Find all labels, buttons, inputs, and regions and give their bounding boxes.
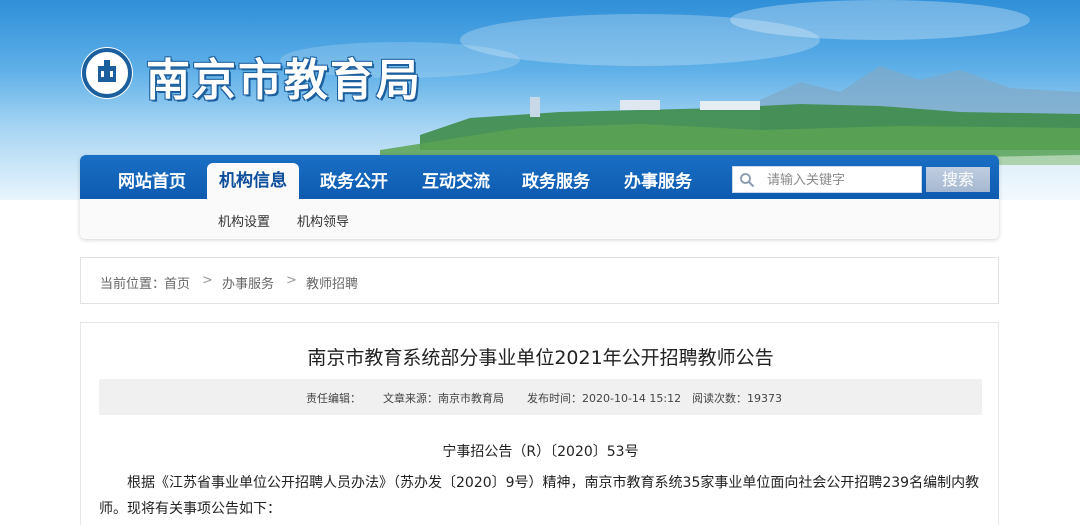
breadcrumb: 当前位置： 首页 > 办事服务 > 教师招聘 bbox=[80, 257, 999, 304]
meta-editor: 责任编辑： bbox=[306, 392, 361, 405]
breadcrumb-teacher-recruitment[interactable]: 教师招聘 bbox=[306, 273, 358, 292]
article-title: 南京市教育系统部分事业单位2021年公开招聘教师公告 bbox=[307, 347, 774, 369]
document-number: 宁事招公告（R）〔2020〕53号 bbox=[442, 444, 639, 460]
breadcrumb-services[interactable]: 办事服务 bbox=[222, 273, 274, 292]
breadcrumb-prefix: 当前位置： bbox=[100, 277, 166, 292]
navbar: 网站首页 机构信息 政务公开 互动交流 政务服务 办事服务 搜索 bbox=[80, 155, 999, 199]
article: 南京市教育系统部分事业单位2021年公开招聘教师公告 责任编辑： 文章来源：南京… bbox=[80, 322, 999, 525]
subnav-org-setup[interactable]: 机构设置 bbox=[218, 211, 270, 230]
nav-government-services[interactable]: 政务服务 bbox=[508, 165, 604, 199]
article-paragraph: 根据《江苏省事业单位公开招聘人员办法》（苏办发〔2020〕9号）精神，南京市教育… bbox=[99, 475, 980, 517]
nav-organization-info[interactable]: 机构信息 bbox=[207, 163, 299, 199]
search-icon bbox=[740, 173, 755, 188]
breadcrumb-separator: > bbox=[202, 273, 213, 288]
meta-views: 阅读次数：19373 bbox=[692, 392, 782, 405]
site-title: 南京市教育局 bbox=[146, 55, 422, 106]
main-navigation: 网站首页 机构信息 政务公开 互动交流 政务服务 办事服务 搜索 机构设置 机构… bbox=[80, 155, 999, 239]
search-button[interactable]: 搜索 bbox=[926, 167, 990, 192]
breadcrumb-separator: > bbox=[286, 273, 297, 288]
subnav-org-leaders[interactable]: 机构领导 bbox=[297, 211, 349, 230]
nav-handling-services[interactable]: 办事服务 bbox=[610, 165, 706, 199]
search-input[interactable] bbox=[767, 170, 917, 190]
breadcrumb-home[interactable]: 首页 bbox=[164, 273, 190, 292]
nav-interaction[interactable]: 互动交流 bbox=[408, 165, 504, 199]
meta-published: 发布时间：2020-10-14 15:12 bbox=[527, 392, 682, 405]
article-meta-bar: 责任编辑： 文章来源：南京市教育局 发布时间：2020-10-14 15:12 … bbox=[99, 379, 982, 415]
meta-source: 文章来源：南京市教育局 bbox=[383, 392, 504, 405]
search-box bbox=[732, 166, 922, 193]
nav-government-affairs[interactable]: 政务公开 bbox=[306, 165, 402, 199]
nav-home[interactable]: 网站首页 bbox=[104, 165, 200, 199]
bureau-emblem-icon bbox=[81, 47, 133, 99]
